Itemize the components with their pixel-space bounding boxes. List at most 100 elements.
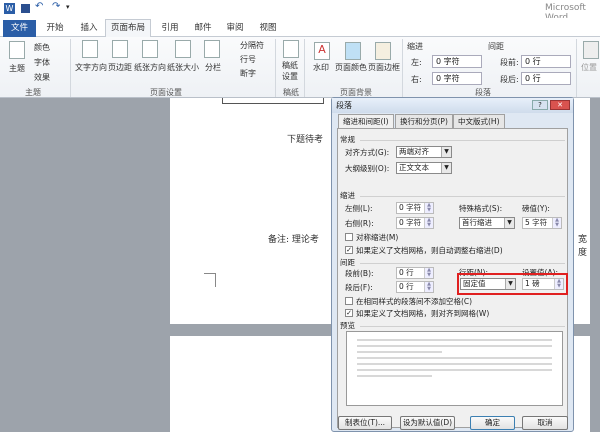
- tabs-button[interactable]: 制表位(T)...: [338, 416, 392, 430]
- indent-by-label: 磅值(Y):: [522, 204, 550, 213]
- word-logo-icon: W: [4, 3, 15, 14]
- special-format-label: 特殊格式(S):: [459, 204, 503, 213]
- spacing-before-label: 段前:: [500, 58, 519, 67]
- page-color-icon: [345, 42, 361, 60]
- spacing-after-label: 段后(F):: [345, 283, 373, 292]
- text-direction-button[interactable]: 文字方向: [75, 62, 107, 73]
- orientation-button[interactable]: 纸张方向: [134, 62, 166, 73]
- indent-heading: 缩进: [340, 191, 355, 200]
- indent-left-input[interactable]: 0 字符: [432, 55, 482, 68]
- indent-right-label: 右侧(R):: [345, 219, 374, 228]
- position-button[interactable]: 位置: [581, 62, 597, 73]
- snap-to-grid-label: 如果定义了文档网格，则对齐到网格(W): [356, 309, 490, 318]
- spacing-before-input[interactable]: 0 行: [521, 55, 571, 68]
- preview-heading: 预览: [340, 321, 355, 330]
- spacing-heading: 间距: [340, 258, 355, 267]
- tab-references[interactable]: 引用: [155, 20, 185, 37]
- spacing-label: 间距: [488, 42, 504, 51]
- help-button[interactable]: ?: [532, 100, 548, 110]
- line-spacing-at-input[interactable]: 1 磅 ▲ ▼: [522, 278, 564, 290]
- tab-line-page-breaks[interactable]: 换行和分页(P): [395, 114, 453, 129]
- tab-insert[interactable]: 插入: [75, 20, 103, 37]
- tab-home[interactable]: 开始: [40, 20, 70, 37]
- alignment-label: 对齐方式(G):: [345, 148, 390, 157]
- mirror-indents-checkbox[interactable]: [345, 233, 353, 241]
- hyphenation-button[interactable]: 断字: [240, 68, 256, 79]
- tab-view[interactable]: 视图: [253, 20, 283, 37]
- tab-asian-typography[interactable]: 中文版式(H): [453, 114, 505, 129]
- snap-to-grid-checkbox[interactable]: ✓: [345, 309, 353, 317]
- title-bar: W ↶ ↷ ▾ Microsoft Word: [0, 0, 600, 23]
- tab-mailings[interactable]: 邮件: [188, 20, 218, 37]
- chevron-down-icon: ▼: [441, 147, 451, 157]
- alignment-select[interactable]: 两端对齐 ▼: [396, 146, 452, 158]
- paragraph-dialog: 段落 ? ✕ 缩进和间距(I) 换行和分页(P) 中文版式(H) 常规 对齐方式…: [331, 97, 574, 432]
- indent-label: 缩进: [407, 42, 423, 51]
- group-page-setup-label: 页面设置: [150, 88, 182, 97]
- group-themes-label: 主题: [25, 88, 41, 97]
- spacing-after-input[interactable]: 0 行 ▲ ▼: [396, 281, 434, 293]
- preview-box: [346, 331, 563, 406]
- general-heading: 常规: [340, 135, 355, 144]
- doc-line: 备注: 理论考: [268, 235, 319, 245]
- tab-review[interactable]: 审阅: [220, 20, 250, 37]
- position-icon: [583, 41, 599, 59]
- cancel-button[interactable]: 取消: [522, 416, 568, 430]
- mirror-indents-label: 对称缩进(M): [356, 233, 399, 242]
- ok-button[interactable]: 确定: [470, 416, 515, 430]
- doc-line-tail: 宽度: [578, 235, 588, 258]
- outline-level-select[interactable]: 正文文本 ▼: [396, 162, 452, 174]
- save-icon[interactable]: [21, 4, 30, 13]
- theme-fonts-button[interactable]: 字体: [34, 57, 50, 68]
- outline-level-label: 大纲级别(O):: [345, 164, 390, 173]
- indent-left-label: 左侧(L):: [345, 204, 373, 213]
- no-space-same-style-label: 在相同样式的段落间不添加空格(C): [356, 297, 473, 306]
- theme-colors-button[interactable]: 颜色: [34, 42, 50, 53]
- columns-icon: [204, 40, 220, 58]
- page-color-button[interactable]: 页面颜色: [335, 62, 367, 73]
- special-format-select[interactable]: 首行缩进 ▼: [459, 217, 515, 229]
- page-borders-button[interactable]: 页面边框: [368, 62, 400, 73]
- watermark-icon: A: [314, 42, 330, 60]
- draft-settings-button[interactable]: 稿纸设置: [282, 60, 300, 82]
- columns-button[interactable]: 分栏: [205, 62, 221, 73]
- customize-qat-icon[interactable]: ▾: [66, 3, 70, 11]
- themes-icon: [9, 41, 25, 59]
- spacing-after-label: 段后:: [500, 75, 519, 84]
- chevron-down-icon: ▼: [505, 279, 515, 289]
- margins-icon: [112, 40, 128, 58]
- group-draft-label: 稿纸: [283, 88, 299, 97]
- indent-left-input[interactable]: 0 字符 ▲ ▼: [396, 202, 434, 214]
- doc-line: 下题待考: [287, 135, 324, 145]
- close-button[interactable]: ✕: [550, 100, 570, 110]
- redo-icon[interactable]: ↷: [52, 1, 60, 12]
- indent-by-input[interactable]: 5 字符 ▲ ▼: [522, 217, 562, 229]
- size-button[interactable]: 纸张大小: [167, 62, 199, 73]
- theme-effects-button[interactable]: 效果: [34, 72, 50, 83]
- set-default-button[interactable]: 设为默认值(D): [400, 416, 455, 430]
- tab-page-layout[interactable]: 页面布局: [105, 19, 151, 38]
- no-space-same-style-checkbox[interactable]: [345, 297, 353, 305]
- draft-paper-icon: [283, 40, 299, 58]
- themes-button[interactable]: 主题: [9, 63, 25, 74]
- page-borders-icon: [375, 42, 391, 60]
- margins-button[interactable]: 页边距: [108, 62, 132, 73]
- auto-adjust-indent-checkbox[interactable]: ✓: [345, 246, 353, 254]
- breaks-button[interactable]: 分隔符: [240, 40, 264, 51]
- tab-file[interactable]: 文件: [3, 20, 36, 37]
- size-icon: [175, 40, 191, 58]
- indent-left-label: 左:: [411, 58, 422, 67]
- indent-right-label: 右:: [411, 75, 422, 84]
- indent-right-input[interactable]: 0 字符: [432, 72, 482, 85]
- indent-right-input[interactable]: 0 字符 ▲ ▼: [396, 217, 434, 229]
- orientation-icon: [142, 40, 158, 58]
- line-spacing-select[interactable]: 固定值 ▼: [460, 278, 516, 290]
- spacing-after-input[interactable]: 0 行: [521, 72, 571, 85]
- spacing-before-input[interactable]: 0 行 ▲ ▼: [396, 267, 434, 279]
- undo-icon[interactable]: ↶: [35, 1, 43, 12]
- watermark-button[interactable]: 水印: [313, 62, 329, 73]
- ribbon: 主题 颜色 字体 效果 主题 文字方向 页边距 纸张方向 纸张大小 分栏 分隔符…: [0, 37, 600, 98]
- text-direction-icon: [82, 40, 98, 58]
- line-numbers-button[interactable]: 行号: [240, 54, 256, 65]
- chevron-down-icon: ▼: [441, 163, 451, 173]
